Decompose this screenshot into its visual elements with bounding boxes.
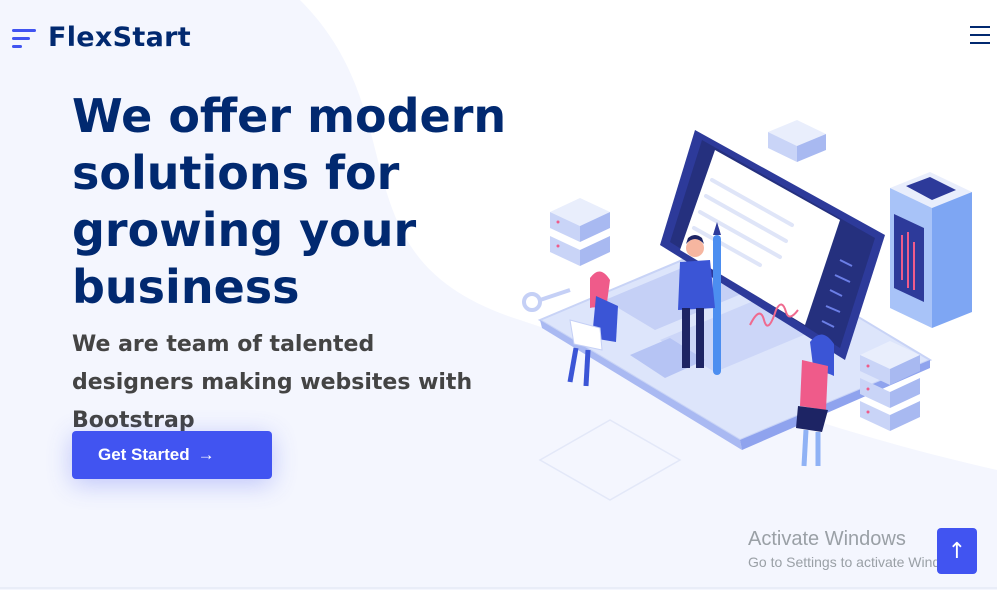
windows-activation-watermark: Activate Windows Go to Settings to activ… — [748, 528, 969, 570]
logo-icon — [12, 28, 36, 48]
get-started-button[interactable]: Get Started → — [72, 431, 272, 479]
arrow-right-icon: → — [197, 445, 215, 464]
site-header: FlexStart — [0, 0, 997, 78]
back-to-top-button[interactable]: ↑ — [937, 528, 977, 574]
hero-illustration — [522, 120, 972, 501]
hero-title: We offer modern solutions for growing yo… — [72, 89, 507, 314]
brand-name: FlexStart — [48, 22, 191, 53]
hamburger-icon[interactable] — [970, 26, 990, 44]
brand-logo[interactable]: FlexStart — [12, 22, 191, 53]
watermark-title: Activate Windows — [748, 528, 906, 550]
get-started-label: Get Started — [98, 445, 190, 464]
watermark-subtitle: Go to Settings to activate Windows. — [748, 554, 969, 570]
arrow-up-icon: ↑ — [947, 538, 967, 564]
hero-subtitle: We are team of talented designers making… — [72, 332, 473, 433]
